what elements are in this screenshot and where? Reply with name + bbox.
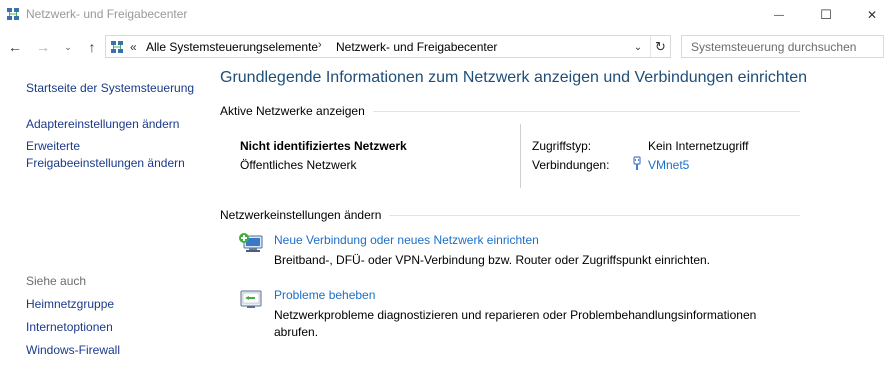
new-connection-icon [239,233,263,252]
recent-locations-button[interactable]: ⌄ [62,37,74,57]
sidebar-link-line-1: Erweiterte [26,139,81,153]
chevron-down-icon: ⌄ [64,41,72,52]
sidebar-link-windows-firewall[interactable]: Windows-Firewall [26,342,120,359]
close-button[interactable]: ✕ [849,0,893,30]
network-name: Nicht identifiziertes Netzwerk [240,139,407,153]
search-placeholder: Systemsteuerung durchsuchen [691,40,857,54]
chevron-down-icon: ⌄ [633,41,643,53]
access-type-label: Zugriffstyp: [532,139,592,153]
up-button[interactable]: ↑ [83,37,101,57]
breadcrumb-overflow-icon[interactable]: « [130,40,137,54]
network-info-divider [520,124,521,188]
breadcrumb-all-control-panel-items[interactable]: Alle Systemsteuerungselemente [146,40,318,54]
setup-new-connection-description: Breitband-, DFÜ- oder VPN-Verbindung bzw… [274,253,710,267]
close-icon: ✕ [866,8,878,22]
access-type-value: Kein Internetzugriff [648,139,749,153]
window-title: Netzwerk- und Freigabecenter [26,7,188,21]
connections-label: Verbindungen: [532,158,610,172]
troubleshoot-problems-link[interactable]: Probleme beheben [274,288,375,302]
breadcrumb-separator-icon[interactable]: › [318,39,322,51]
title-bar: Netzwerk- und Freigabecenter — ☐ ✕ [0,0,893,30]
minimize-icon: — [774,9,784,21]
network-center-icon [7,8,19,20]
sidebar-link-internet-options[interactable]: Internetoptionen [26,319,113,336]
active-networks-heading: Aktive Netzwerke anzeigen [220,104,373,118]
maximize-icon: ☐ [820,7,832,22]
sidebar-link-advanced-sharing[interactable]: Erweiterte Freigabeeinstellungen ändern [26,138,185,172]
setup-new-connection-link[interactable]: Neue Verbindung oder neues Netzwerk einr… [274,233,539,247]
forward-button[interactable]: → [33,37,53,57]
see-also-heading: Siehe auch [26,274,87,288]
up-arrow-icon: ↑ [88,39,96,55]
page-title: Grundlegende Informationen zum Netzwerk … [220,69,808,86]
connection-link-vmnet5[interactable]: VMnet5 [648,158,689,172]
address-dropdown-button[interactable]: ⌄ [630,39,646,55]
ethernet-connection-icon [633,156,641,170]
maximize-button[interactable]: ☐ [803,0,849,30]
sidebar-link-adapter-settings[interactable]: Adaptereinstellungen ändern [26,116,179,133]
back-arrow-icon: ← [8,39,22,55]
sidebar-link-control-panel-home[interactable]: Startseite der Systemsteuerung [26,80,194,97]
navigation-bar: ← → ⌄ ↑ « Alle Systemsteuerungselemente … [0,33,893,61]
network-type: Öffentliches Netzwerk [240,158,357,172]
minimize-button[interactable]: — [756,0,802,30]
back-button[interactable]: ← [5,37,25,57]
sidebar-link-homegroup[interactable]: Heimnetzgruppe [26,296,114,313]
network-center-icon [111,41,123,53]
troubleshoot-icon [240,290,262,308]
refresh-button[interactable]: ↻ [650,36,670,57]
troubleshoot-problems-description: Netzwerkprobleme diagnostizieren und rep… [274,308,757,339]
breadcrumb-network-sharing-center[interactable]: Netzwerk- und Freigabecenter [336,40,497,54]
address-bar[interactable]: « Alle Systemsteuerungselemente › Netzwe… [105,35,671,58]
refresh-icon: ↻ [655,38,666,54]
forward-arrow-icon: → [36,39,50,55]
network-settings-heading: Netzwerkeinstellungen ändern [220,208,390,222]
sidebar-link-line-2: Freigabeeinstellungen ändern [26,156,185,170]
search-input[interactable]: Systemsteuerung durchsuchen [681,35,884,58]
